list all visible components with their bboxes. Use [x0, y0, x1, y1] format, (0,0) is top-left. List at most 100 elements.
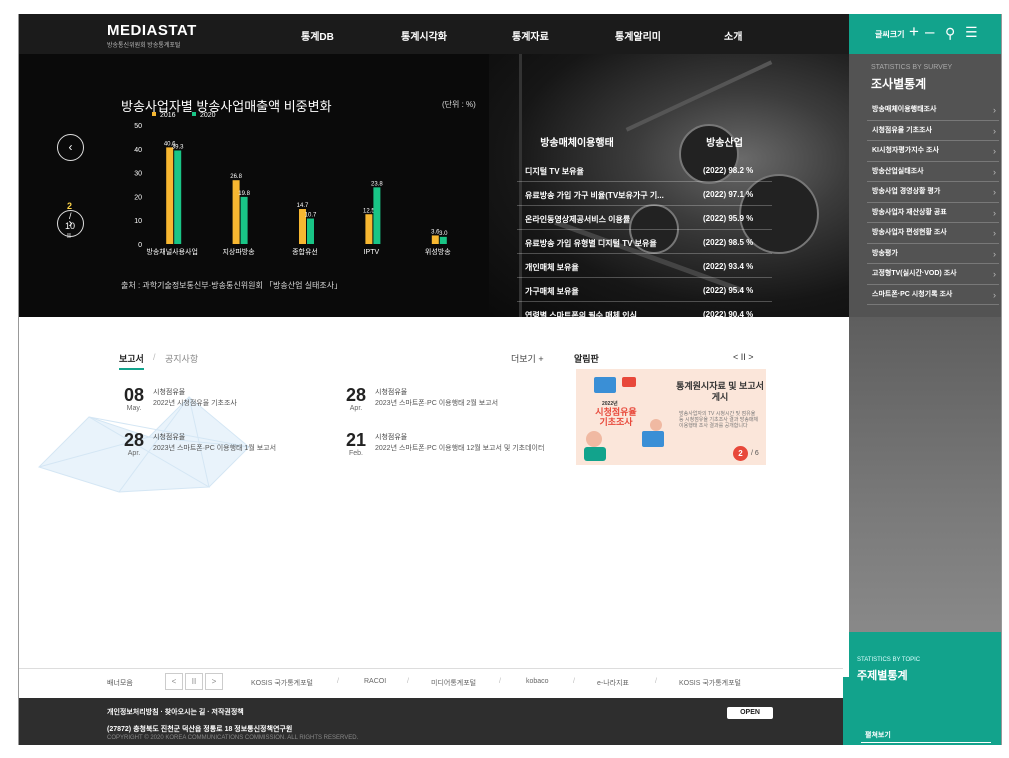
nav-statistics-alerts[interactable]: 통계알리미 [615, 28, 661, 43]
bar [166, 147, 174, 244]
chart-unit: (단위 : %) [442, 100, 476, 109]
bar-value-label: 23.8 [371, 181, 383, 187]
stat-row[interactable]: 유료방송 가입 가구 비율(TV보유가구 기... (2022) 97.1 % [517, 182, 772, 206]
tab-notices[interactable]: 공지사항 [165, 352, 198, 365]
tab-media-usage[interactable]: 방송매체이용행태 [517, 130, 637, 158]
search-icon[interactable]: ⚲ [945, 25, 955, 42]
banner-next-button[interactable]: > [205, 673, 223, 690]
survey-item-label: 방송산업실태조사 [872, 167, 924, 175]
stat-row[interactable]: 연령별 스마트폰의 필수 매체 인식 (2022) 90.4 % [517, 302, 772, 317]
survey-item[interactable]: 방송사업자 재산상황 공표 › [867, 203, 999, 223]
survey-list: 방송매체이용행태조사 › 시청점유율 기초조사 › KI시청자평가지수 조사 › 방송산업실… [867, 100, 999, 305]
chevron-right-icon: › [993, 125, 996, 136]
open-badge: OPEN [727, 707, 773, 719]
nav-statistics-materials[interactable]: 통계자료 [512, 28, 549, 43]
notice-controls[interactable]: < II > [733, 352, 754, 362]
chevron-right-icon: › [993, 146, 996, 156]
y-tick-label: 10 [134, 218, 142, 225]
news-title: 2023년 스마트폰·PC 이용행태 2월 보고서 [375, 400, 499, 407]
link-kobaco[interactable]: kobaco [526, 678, 549, 685]
news-title: 2023년 스마트폰·PC 이용행태 1월 보고서 [153, 445, 277, 452]
news-category: 시청점유율 [375, 389, 408, 396]
x-tick-label: IPTV [364, 249, 380, 256]
stat-label: 유료방송 가입 가구 비율(TV보유가구 기... [525, 191, 664, 200]
survey-item[interactable]: 방송산업실태조사 › [867, 162, 999, 182]
banner-pause-button[interactable]: II [185, 673, 203, 690]
next-slide-button[interactable]: › [57, 210, 84, 237]
survey-item-label: 방송평가 [872, 249, 898, 257]
chevron-right-icon: › [993, 269, 996, 279]
stat-label: 디지털 TV 보유율 [525, 167, 584, 176]
bar [431, 235, 439, 244]
link-racoi[interactable]: RACOI [364, 678, 386, 685]
footer-address: (27872) 충청북도 진천군 덕산읍 정통로 18 정보통신정책연구원 [107, 726, 293, 733]
tab-reports[interactable]: 보고서 [119, 352, 144, 370]
hero-section: ‹ 2 / 10 II › 방송사업자별 방송사업매출액 비중변화 (단위 : … [19, 54, 849, 317]
stat-value: (2022) 98.5 % [703, 238, 754, 247]
news-category: 시청점유율 [153, 389, 186, 396]
link-e-nara[interactable]: e-나라지표 [597, 678, 629, 688]
notice-banner[interactable]: 2022년 시청점유율 기초조사 통계원시자료 및 보고서 게시 방송사업자의 … [576, 369, 766, 465]
bar [307, 218, 314, 244]
menu-icon[interactable]: ☰ [965, 24, 978, 41]
nav-statistics-visualization[interactable]: 통계시각화 [401, 28, 447, 43]
expand-underline [861, 742, 991, 743]
x-tick-label: 지상파방송 [222, 247, 255, 256]
footer-copyright: COPYRIGHT © 2020 KOREA COMMUNICATIONS CO… [107, 735, 359, 741]
stat-value: (2022) 90.4 % [703, 310, 754, 317]
stat-value: (2022) 95.4 % [703, 286, 754, 295]
plus-icon[interactable]: + [909, 22, 919, 42]
logo-text: MEDIASTAT [107, 22, 197, 39]
chevron-right-icon: › [993, 166, 996, 177]
more-link[interactable]: 더보기 + [511, 352, 544, 365]
y-tick-label: 30 [134, 171, 142, 178]
bar-value-label: 39.3 [172, 144, 184, 150]
survey-item-label: KI시청자평가지수 조사 [872, 147, 939, 154]
stat-row[interactable]: 가구매체 보유율 (2022) 95.4 % [517, 278, 772, 302]
news-category: 시청점유율 [153, 434, 186, 441]
bar [373, 187, 381, 244]
legend-swatch [192, 112, 196, 116]
stat-label: 가구매체 보유율 [525, 287, 579, 296]
nav-statistics-db[interactable]: 통계DB [301, 28, 334, 43]
prev-slide-button[interactable]: ‹ [57, 134, 84, 161]
survey-item[interactable]: 시청점유율 기초조사 › [867, 121, 999, 141]
page-frame: MEDIASTAT 방송통신위원회 방송통계포털 통계DB 통계시각화 통계자료… [18, 14, 1002, 745]
notice-board-title: 알림판 [574, 354, 599, 364]
survey-heading-en: STATISTICS BY SURVEY [871, 64, 953, 71]
news-day: 08 [123, 385, 145, 405]
link-kosis-2[interactable]: KOSIS 국가통계포털 [679, 678, 741, 688]
stat-row[interactable]: 온라인동영상제공서비스 이용률 (2022) 95.9 % [517, 206, 772, 230]
survey-item[interactable]: 방송사업자 편성현황 조사 › [867, 223, 999, 244]
survey-item[interactable]: 방송사업 경영상황 평가 › [867, 182, 999, 203]
news-day: 21 [345, 430, 367, 450]
survey-item[interactable]: 스마트폰·PC 시청기록 조사 › [867, 285, 999, 305]
stat-row[interactable]: 유료방송 가입 유형별 디지털 TV 보유율 (2022) 98.5 % [517, 230, 772, 254]
nav-about[interactable]: 소개 [724, 28, 742, 43]
link-media-portal[interactable]: 미디어통계포털 [431, 678, 476, 688]
stat-tabs: 방송매체이용행태 방송산업 [517, 130, 772, 158]
banner-prev-button[interactable]: < [165, 673, 183, 690]
expand-link[interactable]: 펼쳐보기 [865, 730, 891, 740]
stat-row[interactable]: 개인매체 보유율 (2022) 93.4 % [517, 254, 772, 278]
banner-tag: 시청점유율 기초조사 [595, 407, 637, 427]
stat-row[interactable]: 디지털 TV 보유율 (2022) 98.2 % [517, 158, 772, 182]
link-kosis[interactable]: KOSIS 국가통계포털 [251, 678, 313, 688]
survey-item[interactable]: 방송평가 › [867, 244, 999, 264]
minus-icon[interactable]: – [925, 22, 934, 42]
survey-item[interactable]: 방송매체이용행태조사 › [867, 100, 999, 121]
link-separator: / [499, 678, 501, 685]
sidebar-gray-panel [849, 317, 1001, 642]
banner-links-bar: 배너모음 < II > KOSIS 국가통계포털 / RACOI / 미디어통계… [19, 668, 843, 698]
footer-links[interactable]: 개인정보처리방침 · 찾아오시는 길 · 저작권정책 [107, 707, 244, 717]
topic-statistics-panel[interactable]: STATISTICS BY TOPIC 주제별통계 펼쳐보기 [843, 632, 1001, 745]
tab-broadcast-industry[interactable]: 방송산업 [677, 130, 772, 158]
survey-item[interactable]: 고정형TV(실시간·VOD) 조사 › [867, 264, 999, 285]
survey-item-label: 고정형TV(실시간·VOD) 조사 [872, 270, 957, 277]
survey-item[interactable]: KI시청자평가지수 조사 › [867, 141, 999, 162]
legend-label: 2016 [160, 112, 176, 119]
banner-body: 방송사업자의 TV 시청시간 및 점유율 등 시청점유율 기초조사 결과 방송매… [679, 411, 759, 429]
site-logo[interactable]: MEDIASTAT 방송통신위원회 방송통계포털 [107, 22, 197, 49]
bar-value-label: 19.8 [238, 191, 250, 197]
content-area: 보고서 / 공지사항 더보기 + 08 May. 시청점유율 2022년 시청점… [19, 317, 849, 677]
